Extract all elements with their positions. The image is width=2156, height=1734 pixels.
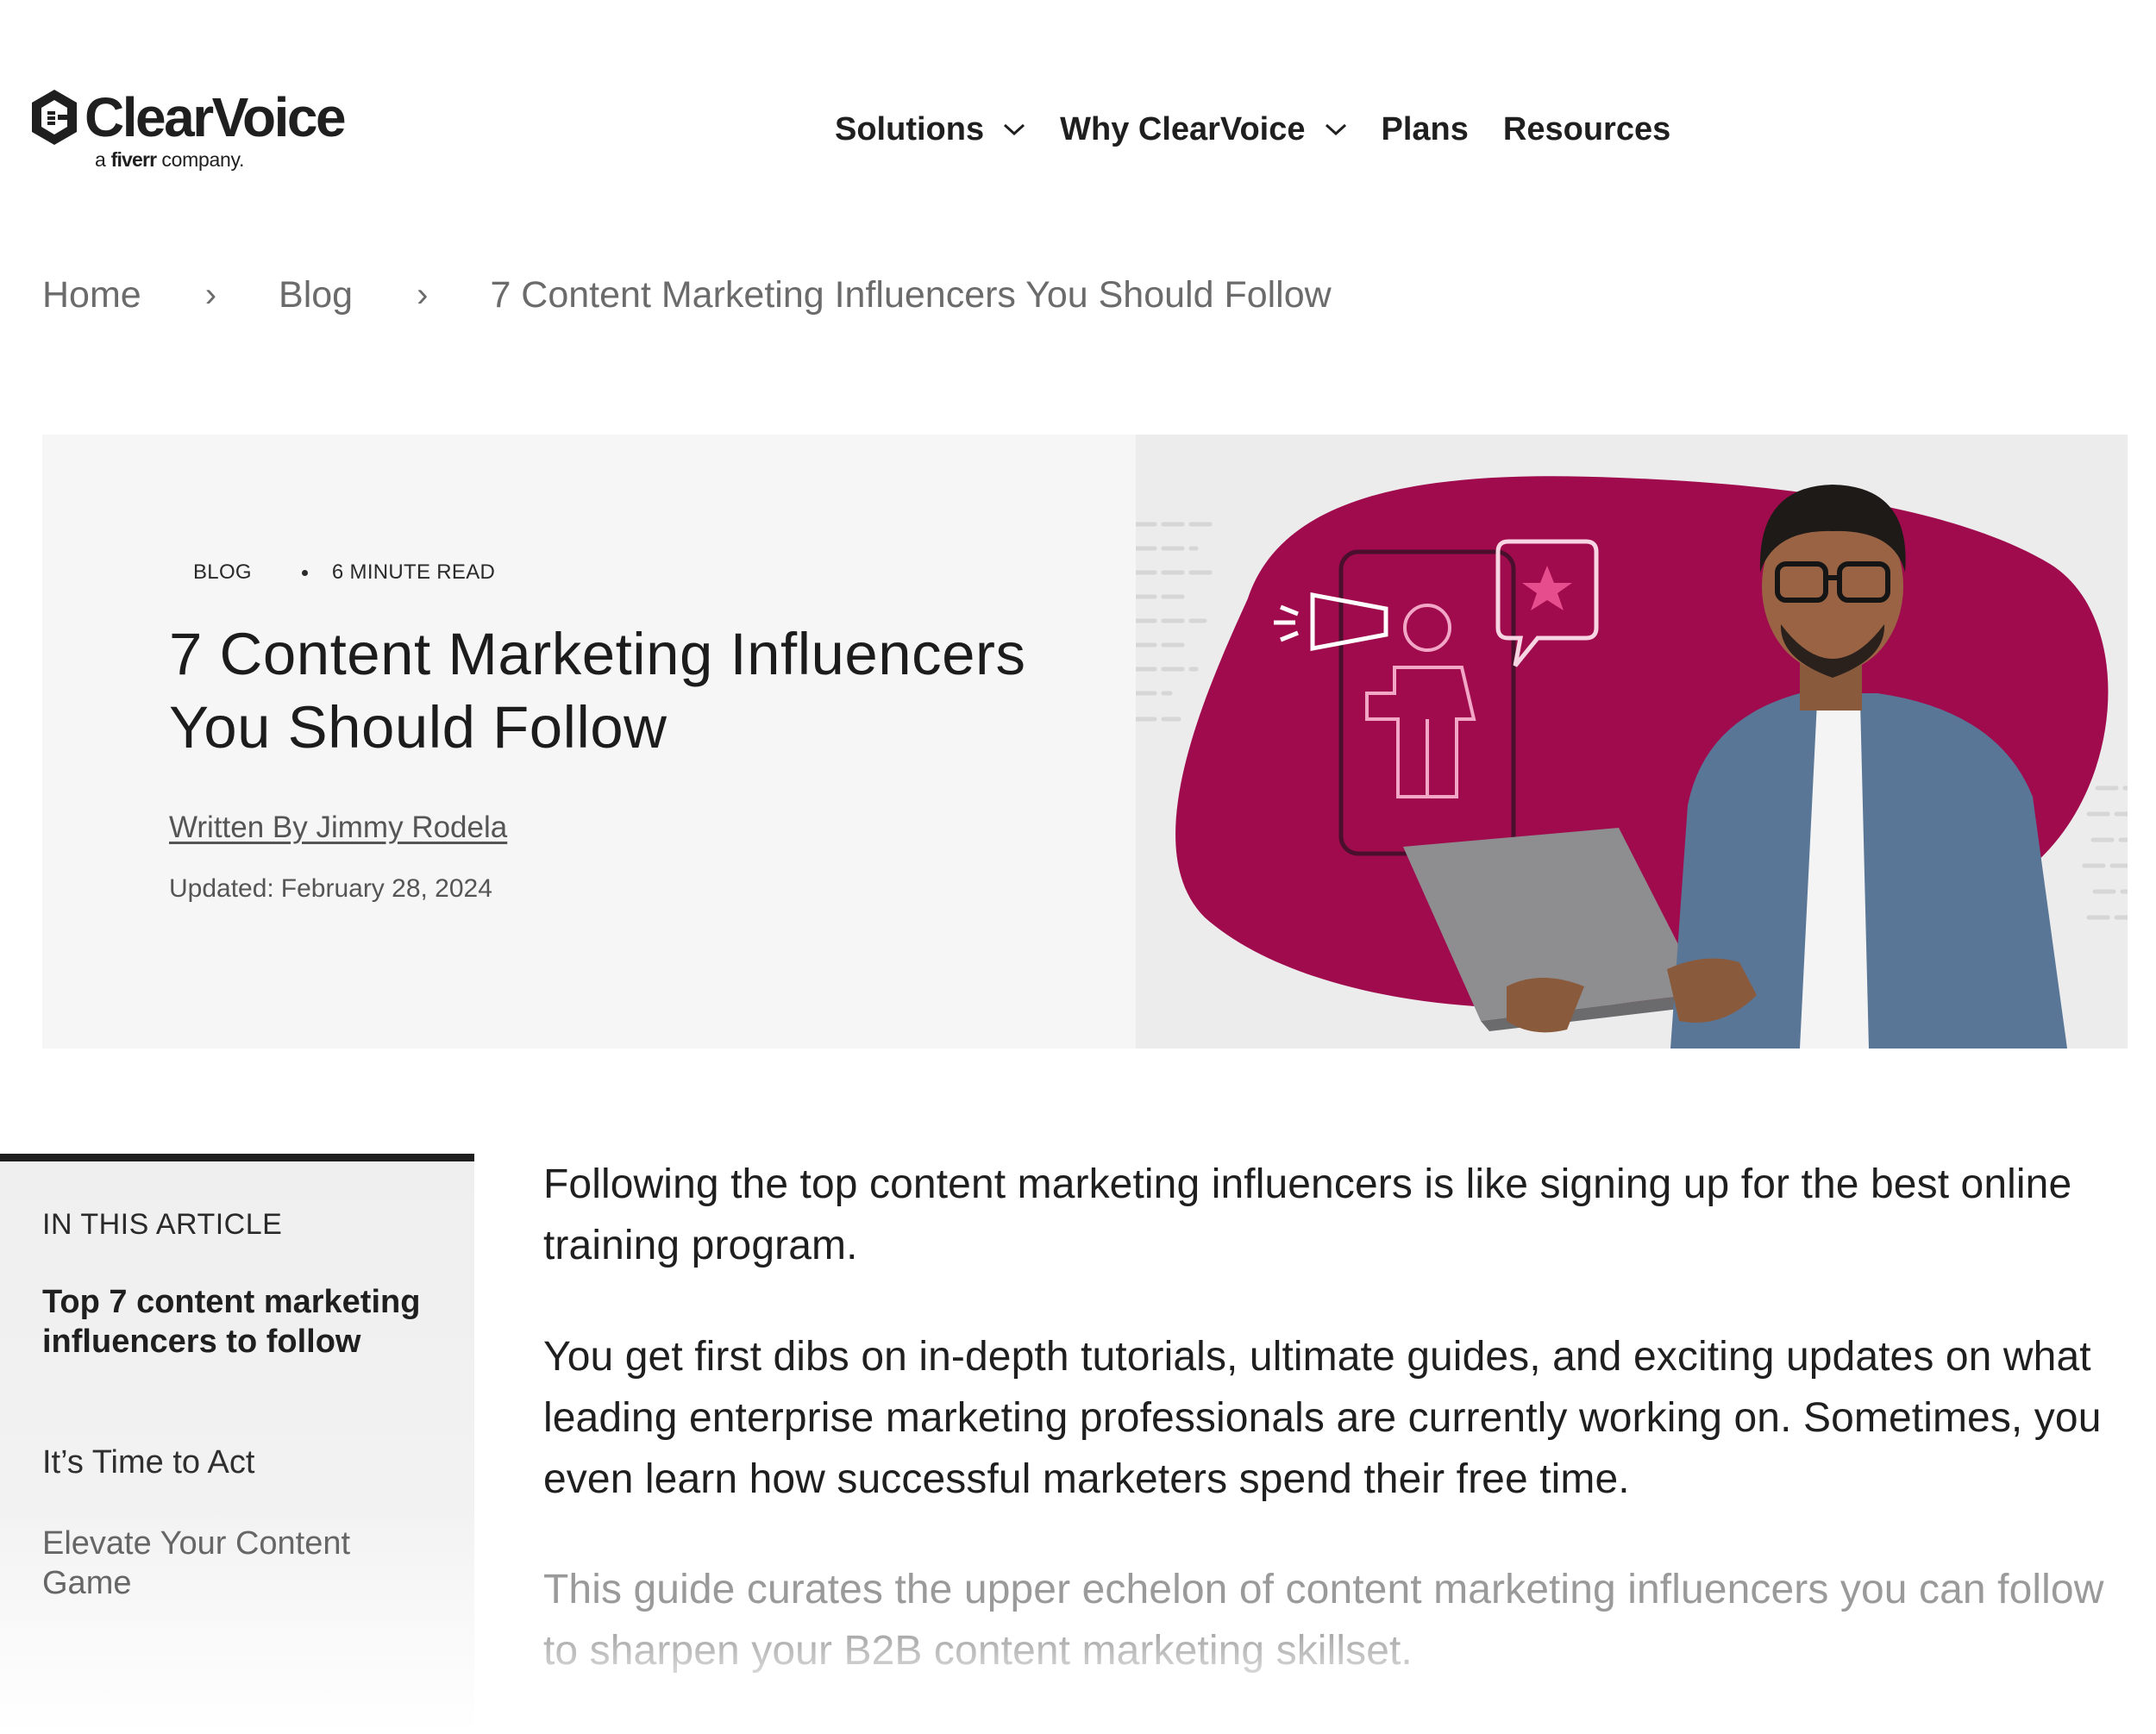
toc-item-time-to-act[interactable]: It’s Time to Act	[42, 1443, 422, 1482]
logo-wordmark: ClearVoice	[85, 86, 347, 148]
main-nav: Solutions Why ClearVoice Plans Resources	[835, 105, 1670, 153]
nav-solutions-label: Solutions	[835, 110, 985, 147]
article-paragraph: This guide curates the upper echelon of …	[543, 1567, 2104, 1674]
nav-why-clearvoice-label: Why ClearVoice	[1060, 110, 1306, 147]
read-time: 6 MINUTE READ	[331, 560, 496, 584]
author-link[interactable]: Written By Jimmy Rodela	[169, 811, 507, 845]
hero-illustration	[1136, 435, 2128, 1049]
article-hero: BLOG 6 MINUTE READ 7 Content Marketing I…	[42, 435, 2128, 1049]
nav-why-clearvoice[interactable]: Why ClearVoice	[1060, 111, 1346, 148]
clearvoice-logo-icon	[32, 90, 77, 145]
nav-plans-label: Plans	[1381, 110, 1469, 147]
chevron-down-icon	[1004, 123, 1025, 136]
category-label[interactable]: BLOG	[193, 560, 252, 585]
updated-label: Updated:	[169, 874, 274, 903]
toc-heading: IN THIS ARTICLE	[42, 1208, 283, 1241]
chevron-down-icon	[1325, 123, 1346, 136]
table-of-contents: IN THIS ARTICLE Top 7 content marketing …	[0, 1154, 474, 1734]
logo-tagline: a fiverr company.	[95, 148, 245, 171]
breadcrumb: Home › Blog › 7 Content Marketing Influe…	[42, 274, 1332, 316]
article-title: 7 Content Marketing Influencers You Shou…	[169, 621, 1026, 761]
toc-item-elevate-content[interactable]: Elevate Your Content Game	[42, 1524, 422, 1603]
article-meta: BLOG 6 MINUTE READ	[193, 560, 495, 585]
nav-resources[interactable]: Resources	[1503, 111, 1670, 148]
breadcrumb-separator: ›	[417, 276, 429, 314]
nav-plans[interactable]: Plans	[1382, 111, 1469, 148]
nav-resources-label: Resources	[1502, 110, 1671, 147]
breadcrumb-home[interactable]: Home	[42, 274, 141, 316]
nav-solutions[interactable]: Solutions	[835, 111, 1025, 148]
toc-item-top-7-influencers[interactable]: Top 7 content marketing influencers to f…	[42, 1282, 422, 1362]
article-paragraph: You get first dibs on in-depth tutorials…	[543, 1334, 2102, 1502]
breadcrumb-blog[interactable]: Blog	[279, 274, 353, 316]
meta-dot	[301, 569, 308, 576]
updated-date: Updated: February 28, 2024	[169, 874, 492, 904]
breadcrumb-current-page: 7 Content Marketing Influencers You Shou…	[490, 274, 1332, 316]
breadcrumb-separator: ›	[204, 276, 217, 314]
updated-value: February 28, 2024	[280, 874, 492, 903]
article-paragraph: Following the top content marketing infl…	[543, 1161, 2072, 1268]
clearvoice-logo[interactable]: ClearVoice a fiverr company.	[29, 85, 348, 179]
hero-illustration-graphic	[1136, 476, 2128, 1049]
hero-text-panel: BLOG 6 MINUTE READ 7 Content Marketing I…	[42, 435, 1136, 1049]
